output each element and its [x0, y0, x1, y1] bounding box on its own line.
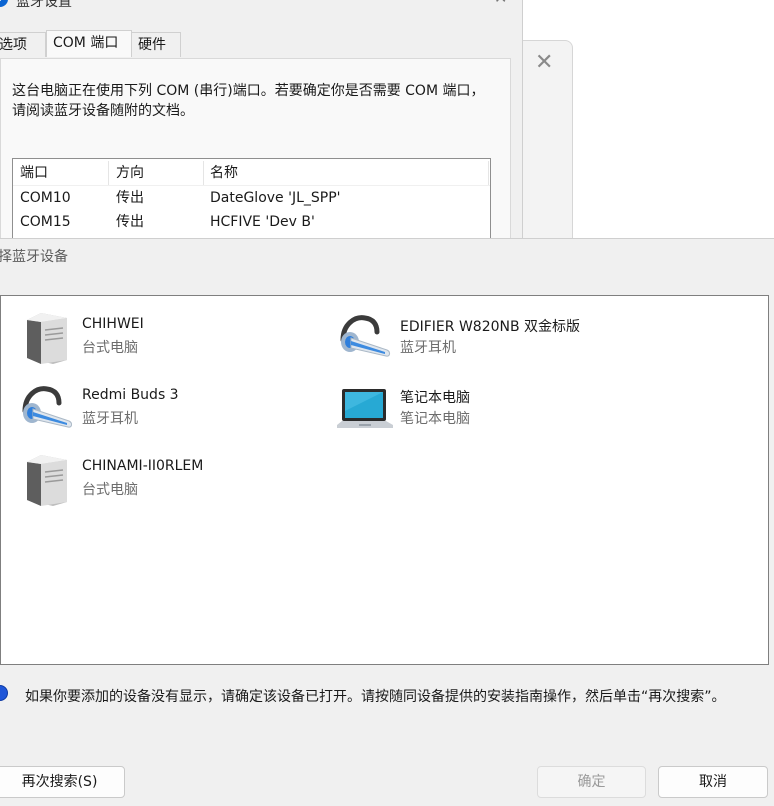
device-name: CHINAMI-II0RLEM	[82, 458, 204, 474]
device-name: Redmi Buds 3	[82, 387, 179, 403]
bluetooth-headset-icon	[22, 386, 72, 428]
device-item-edifier[interactable]: EDIFIER W820NB 双金标版 蓝牙耳机	[337, 310, 637, 372]
com-ports-table[interactable]: 端口 方向 名称 COM10 传出 DateGlove 'JL_SPP' COM…	[12, 158, 491, 248]
device-type: 蓝牙耳机	[82, 411, 138, 427]
column-header-direction[interactable]: 方向	[116, 161, 144, 185]
device-item-laptop[interactable]: 笔记本电脑 笔记本电脑	[337, 381, 637, 443]
close-icon[interactable]: ✕	[535, 50, 553, 75]
column-divider[interactable]	[488, 161, 489, 185]
device-type: 蓝牙耳机	[400, 340, 456, 356]
device-type: 台式电脑	[82, 340, 138, 356]
column-header-name[interactable]: 名称	[210, 161, 238, 185]
device-list[interactable]: CHIHWEI 台式电脑 EDIFIER W820NB 双金标版 蓝牙耳机 Re…	[0, 295, 769, 665]
table-row[interactable]: COM15 传出 HCFIVE 'Dev B'	[13, 210, 490, 234]
laptop-icon	[337, 389, 393, 428]
dialog-title: 择蓝牙设备	[0, 249, 68, 265]
info-message: 如果你要添加的设备没有显示，请确定该设备已打开。请按随同设备提供的安装指南操作，…	[25, 689, 726, 705]
cancel-button[interactable]: 取消	[658, 766, 768, 798]
cell-name: HCFIVE 'Dev B'	[210, 214, 315, 230]
window-title: 蓝牙设置	[16, 0, 72, 10]
com-ports-panel: 这台电脑正在使用下列 COM (串行)端口。若要确定你是否需要 COM 端口，请…	[0, 58, 511, 248]
cell-direction: 传出	[116, 214, 144, 230]
bluetooth-headset-icon	[340, 315, 390, 357]
device-name: CHIHWEI	[82, 316, 144, 332]
device-type: 笔记本电脑	[400, 411, 470, 427]
cell-name: DateGlove 'JL_SPP'	[210, 190, 341, 206]
device-type: 台式电脑	[82, 482, 138, 498]
desktop-tower-icon	[27, 313, 67, 364]
select-bluetooth-device-dialog: 择蓝牙设备 CHIHWEI 台式电脑 EDIFIER W820NB 双金标版 蓝…	[0, 238, 774, 806]
tab-hardware[interactable]: 硬件	[131, 32, 181, 57]
column-header-port[interactable]: 端口	[20, 161, 48, 185]
close-icon[interactable]: ✕	[494, 0, 507, 7]
column-divider[interactable]	[108, 161, 109, 185]
device-item-redmi-buds[interactable]: Redmi Buds 3 蓝牙耳机	[19, 381, 319, 443]
table-row[interactable]: COM10 传出 DateGlove 'JL_SPP'	[13, 186, 490, 210]
table-header: 端口 方向 名称	[13, 161, 490, 186]
device-name: EDIFIER W820NB 双金标版	[400, 319, 581, 335]
device-item-chihwei[interactable]: CHIHWEI 台式电脑	[19, 310, 319, 372]
column-divider[interactable]	[203, 161, 204, 185]
info-icon	[0, 685, 8, 701]
tab-com-ports[interactable]: COM 端口	[46, 30, 132, 57]
bluetooth-settings-window: ✱ 蓝牙设置 ✕ 选项 COM 端口 硬件 这台电脑正在使用下列 COM (串行…	[0, 0, 523, 248]
tab-options[interactable]: 选项	[0, 32, 46, 57]
cell-port: COM10	[20, 190, 71, 206]
title-bar: ✱ 蓝牙设置 ✕	[0, 0, 522, 16]
device-item-chinami[interactable]: CHINAMI-II0RLEM 台式电脑	[19, 452, 319, 514]
search-again-button[interactable]: 再次搜索(S)	[0, 766, 125, 798]
cell-direction: 传出	[116, 190, 144, 206]
bluetooth-icon: ✱	[0, 0, 8, 7]
device-name: 笔记本电脑	[400, 390, 470, 406]
desktop-tower-icon	[27, 455, 67, 506]
ok-button[interactable]: 确定	[537, 766, 646, 798]
com-ports-description: 这台电脑正在使用下列 COM (串行)端口。若要确定你是否需要 COM 端口，请…	[12, 83, 485, 119]
cell-port: COM15	[20, 214, 71, 230]
